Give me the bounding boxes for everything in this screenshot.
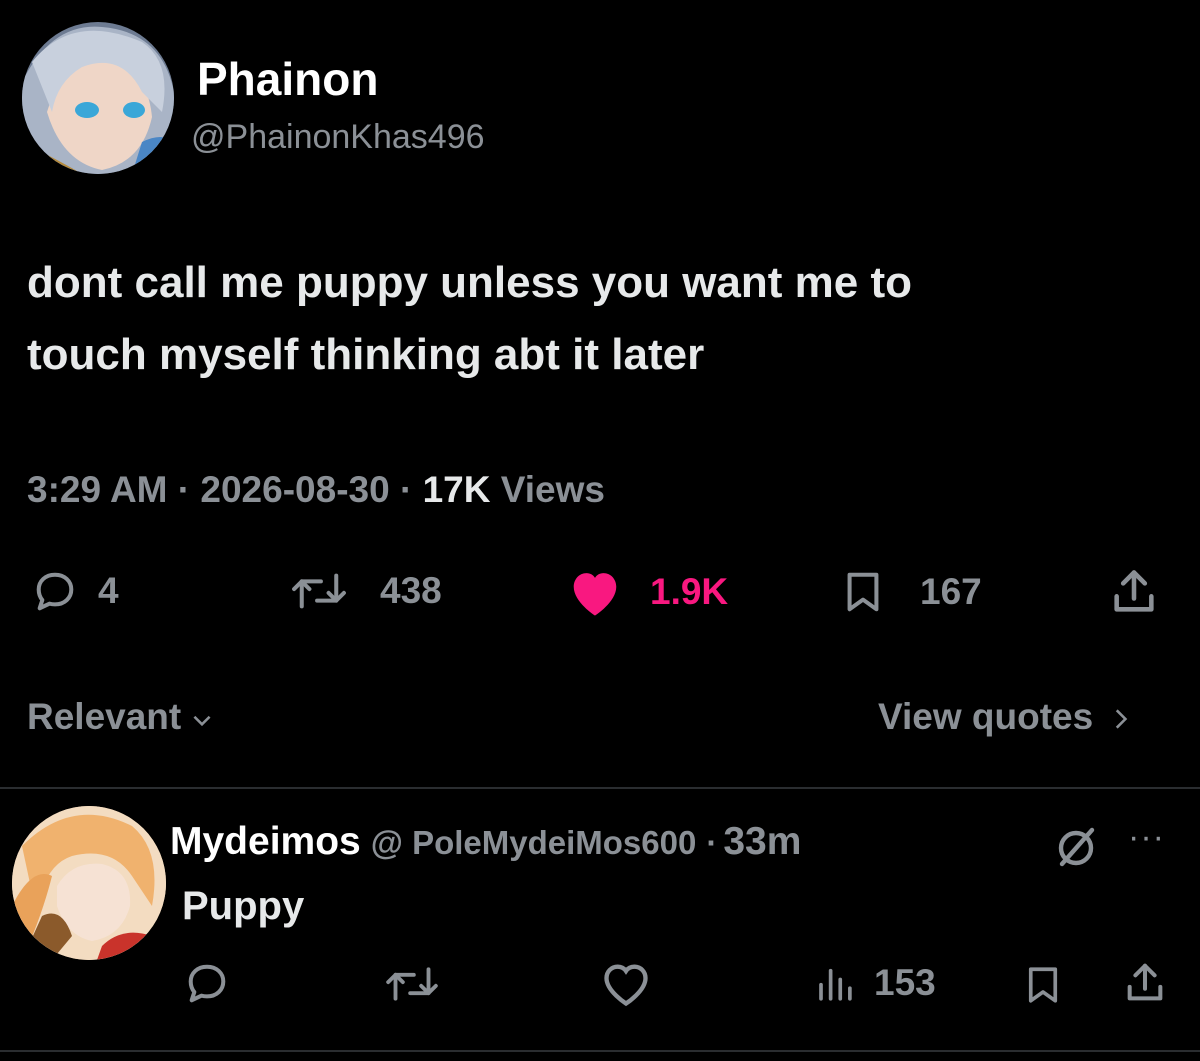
reply-display-name[interactable]: Mydeimos	[170, 820, 361, 864]
reply-view-count: 153	[874, 962, 936, 1003]
reply-repost-button[interactable]	[384, 962, 440, 1011]
grok-icon	[1058, 827, 1095, 867]
post-time: 3:29 AM	[27, 469, 168, 510]
view-quotes-label: View quotes	[878, 696, 1094, 737]
more-button[interactable]: ···	[1128, 818, 1165, 857]
reply-icon	[36, 572, 74, 611]
view-quotes-link[interactable]: View quotes	[878, 696, 1133, 738]
reply-age: 33m	[723, 820, 802, 863]
heart-icon	[604, 964, 648, 1007]
author-display-name[interactable]: Phainon	[197, 52, 378, 106]
repost-button[interactable]: 438	[290, 568, 442, 614]
share-icon	[1127, 963, 1163, 1001]
reply-share-button[interactable]	[1122, 960, 1168, 1011]
bookmark-button[interactable]: 167	[840, 568, 982, 616]
post-text-line-2: touch myself thinking abt it later	[27, 330, 705, 379]
chevron-right-icon	[1116, 709, 1128, 729]
like-count: 1.9K	[650, 571, 729, 612]
reply-like-button[interactable]	[600, 960, 652, 1013]
grok-button[interactable]	[1052, 822, 1100, 875]
share-button[interactable]	[1108, 566, 1160, 623]
reply-button[interactable]: 4	[32, 568, 119, 614]
meta-dot: ·	[706, 824, 718, 861]
views-count[interactable]: 17K	[423, 469, 491, 510]
reply-views[interactable]: 153	[814, 962, 936, 1004]
bookmark-icon	[1028, 967, 1058, 1003]
reply-avatar[interactable]	[12, 806, 166, 960]
views-icon	[819, 968, 852, 1001]
reply-text: Puppy	[182, 884, 305, 928]
reply-bookmark-button[interactable]	[1022, 962, 1064, 1013]
heart-icon	[573, 573, 617, 616]
chevron-down-icon	[193, 715, 211, 727]
reply-header: Mydeimos @ PoleMydeiMos600 · 33m	[170, 820, 801, 864]
divider	[0, 787, 1200, 789]
bookmark-icon	[847, 572, 879, 612]
author-handle[interactable]: @PhainonKhas496	[191, 118, 485, 157]
post-text-line-1: dont call me puppy unless you want me to	[27, 258, 913, 307]
sort-dropdown[interactable]: Relevant	[27, 696, 215, 738]
like-button[interactable]: 1.9K	[566, 566, 728, 618]
reply-handle[interactable]: @ PoleMydeiMos600	[371, 824, 697, 862]
post-meta: 3:29 AM · 2026-08-30 · 17K Views	[27, 469, 605, 511]
author-avatar[interactable]	[22, 22, 174, 174]
bookmark-count: 167	[920, 571, 982, 612]
repost-icon	[292, 573, 346, 609]
reply-reply-button[interactable]	[184, 960, 230, 1011]
meta-dot: ·	[177, 469, 201, 510]
more-icon: ···	[1128, 818, 1165, 856]
divider	[0, 1050, 1200, 1052]
share-icon	[1114, 570, 1154, 612]
sort-label: Relevant	[27, 696, 182, 737]
reply-icon	[188, 964, 226, 1003]
meta-dot: ·	[399, 469, 423, 510]
post-date: 2026-08-30	[200, 469, 390, 510]
reply-count: 4	[98, 570, 119, 611]
repost-count: 438	[380, 570, 442, 611]
views-label[interactable]: Views	[501, 469, 605, 510]
repost-icon	[386, 967, 438, 1001]
